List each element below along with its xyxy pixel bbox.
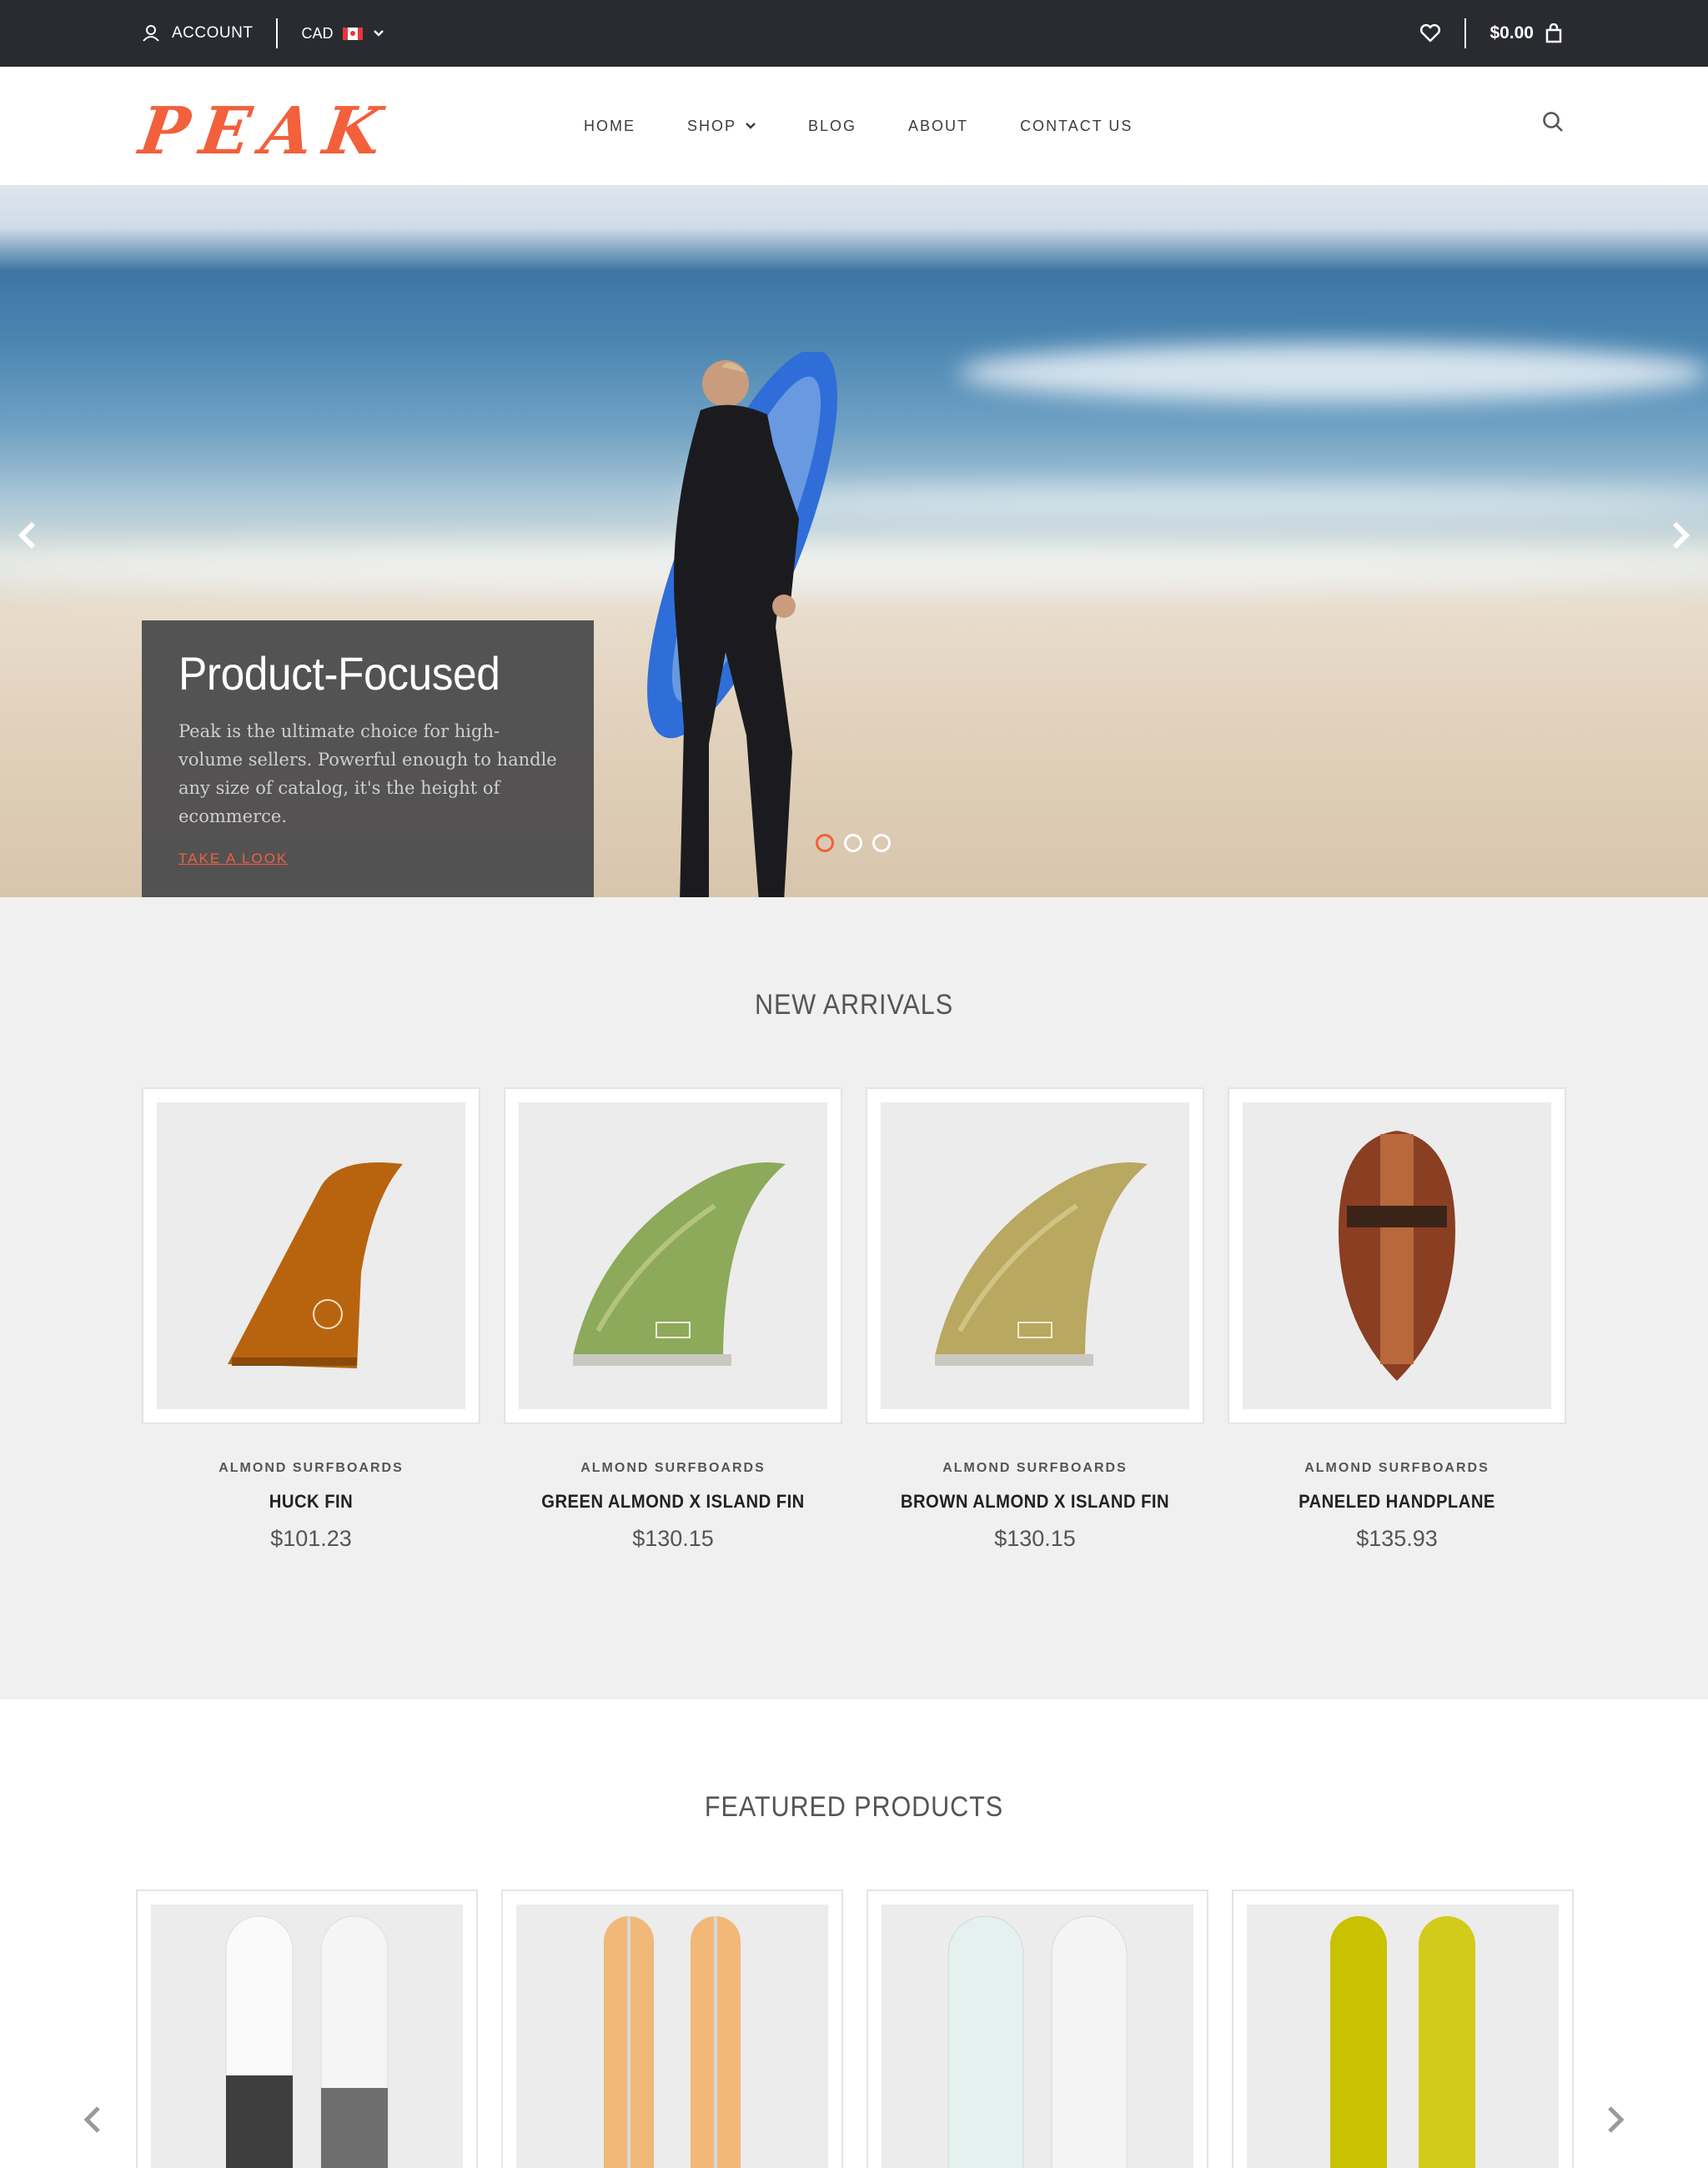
hero-cta-link[interactable]: TAKE A LOOK [178,851,288,867]
slide-dot-1[interactable] [816,834,834,852]
product-card-image[interactable] [1232,1889,1574,2168]
product-card-image[interactable] [136,1889,478,2168]
account-label: ACCOUNT [172,24,254,42]
new-arrivals-section: NEW ARRIVALS ALMOND SURFBOARDS HUCK FIN … [0,897,1708,1699]
slide-dots [816,834,891,852]
product-name[interactable]: PANELED HANDPLANE [1241,1491,1553,1513]
chevron-left-icon[interactable] [78,2103,108,2136]
hero-caption: Product-Focused Peak is the ultimate cho… [142,620,594,897]
hero-title: Product-Focused [178,647,500,700]
product-image-handplane [1243,1102,1551,1409]
divider [276,18,279,48]
product-image-surfboards [1247,1905,1559,2168]
top-bar-left: ACCOUNT CAD [142,0,384,67]
product-card-image[interactable] [501,1889,843,2168]
cart-button[interactable]: $0.00 [1489,23,1562,43]
product-price: $130.15 [632,1526,714,1551]
bag-icon [1545,23,1562,43]
product-vendor: ALMOND SURFBOARDS [219,1461,404,1475]
nav-shop[interactable]: SHOP [687,118,756,135]
product-name[interactable]: BROWN ALMOND X ISLAND FIN [879,1491,1191,1513]
product-card-image[interactable] [504,1087,842,1424]
chevron-down-icon [746,123,756,129]
product-image-huck-fin [157,1102,465,1409]
product-card-image[interactable] [142,1087,480,1424]
section-title: FEATURED PRODUCTS [704,1791,1004,1823]
product-info: ALMOND SURFBOARDS BROWN ALMOND X ISLAND … [866,1461,1204,1552]
nav-about[interactable]: ABOUT [908,118,968,135]
nav-label: ABOUT [908,117,969,134]
product-image-surfboards [151,1905,463,2168]
main-nav: HOME SHOP BLOG ABOUT CONTACT US [584,67,1184,185]
chevron-down-icon [374,30,384,37]
cart-total: $0.00 [1489,23,1534,43]
divider [1464,18,1467,48]
product-info: ALMOND SURFBOARDS PANELED HANDPLANE $135… [1228,1461,1566,1552]
currency-label: CAD [301,24,334,42]
chevron-right-icon[interactable] [1600,2103,1630,2136]
product-card-image[interactable] [867,1889,1208,2168]
product-vendor: ALMOND SURFBOARDS [942,1461,1128,1475]
wave-foam [959,344,1708,402]
nav-blog[interactable]: BLOG [808,118,857,135]
product-info: ALMOND SURFBOARDS HUCK FIN $101.23 [142,1461,480,1552]
account-link[interactable]: ACCOUNT [142,24,253,43]
nav-contact[interactable]: CONTACT US [1020,118,1133,135]
hero-body: Peak is the ultimate choice for high-vol… [178,721,557,826]
chevron-left-icon[interactable] [12,519,45,552]
nav-label: SHOP [687,117,737,134]
logo[interactable]: PEAK [135,93,398,169]
product-vendor: ALMOND SURFBOARDS [1304,1461,1489,1475]
flag-ca-icon [343,27,364,40]
product-price: $101.23 [270,1526,352,1551]
currency-selector[interactable]: CAD [301,25,384,43]
featured-products-section: FEATURED PRODUCTS [0,1699,1708,2168]
product-name[interactable]: HUCK FIN [155,1491,467,1513]
section-title: NEW ARRIVALS [754,989,954,1021]
product-image-surfboards [516,1905,828,2168]
nav-label: HOME [584,117,635,134]
nav-label: CONTACT US [1020,117,1133,134]
top-bar: ACCOUNT CAD $0.00 [0,0,1708,67]
product-card-image[interactable] [866,1087,1204,1424]
search-icon[interactable] [1541,110,1566,135]
product-card-image[interactable] [1228,1087,1566,1424]
product-info: ALMOND SURFBOARDS GREEN ALMOND X ISLAND … [504,1461,842,1552]
product-price: $130.15 [994,1526,1076,1551]
user-icon [143,25,159,42]
product-image-green-fin [519,1102,827,1409]
hero-slideshow: Product-Focused Peak is the ultimate cho… [0,185,1708,897]
product-image-surfboards [882,1905,1193,2168]
site-header: PEAK HOME SHOP BLOG ABOUT CONTACT US [0,67,1708,185]
product-image-brown-fin [881,1102,1189,1409]
hero-image-surfer [647,352,837,897]
product-price: $135.93 [1356,1526,1438,1551]
heart-icon[interactable] [1419,23,1441,43]
chevron-right-icon[interactable] [1663,519,1696,552]
top-bar-right: $0.00 [1419,0,1562,67]
nav-home[interactable]: HOME [584,118,635,135]
product-name[interactable]: GREEN ALMOND X ISLAND FIN [517,1491,829,1513]
nav-label: BLOG [808,117,857,134]
product-vendor: ALMOND SURFBOARDS [580,1461,766,1475]
slide-dot-2[interactable] [844,834,862,852]
slide-dot-3[interactable] [872,834,891,852]
